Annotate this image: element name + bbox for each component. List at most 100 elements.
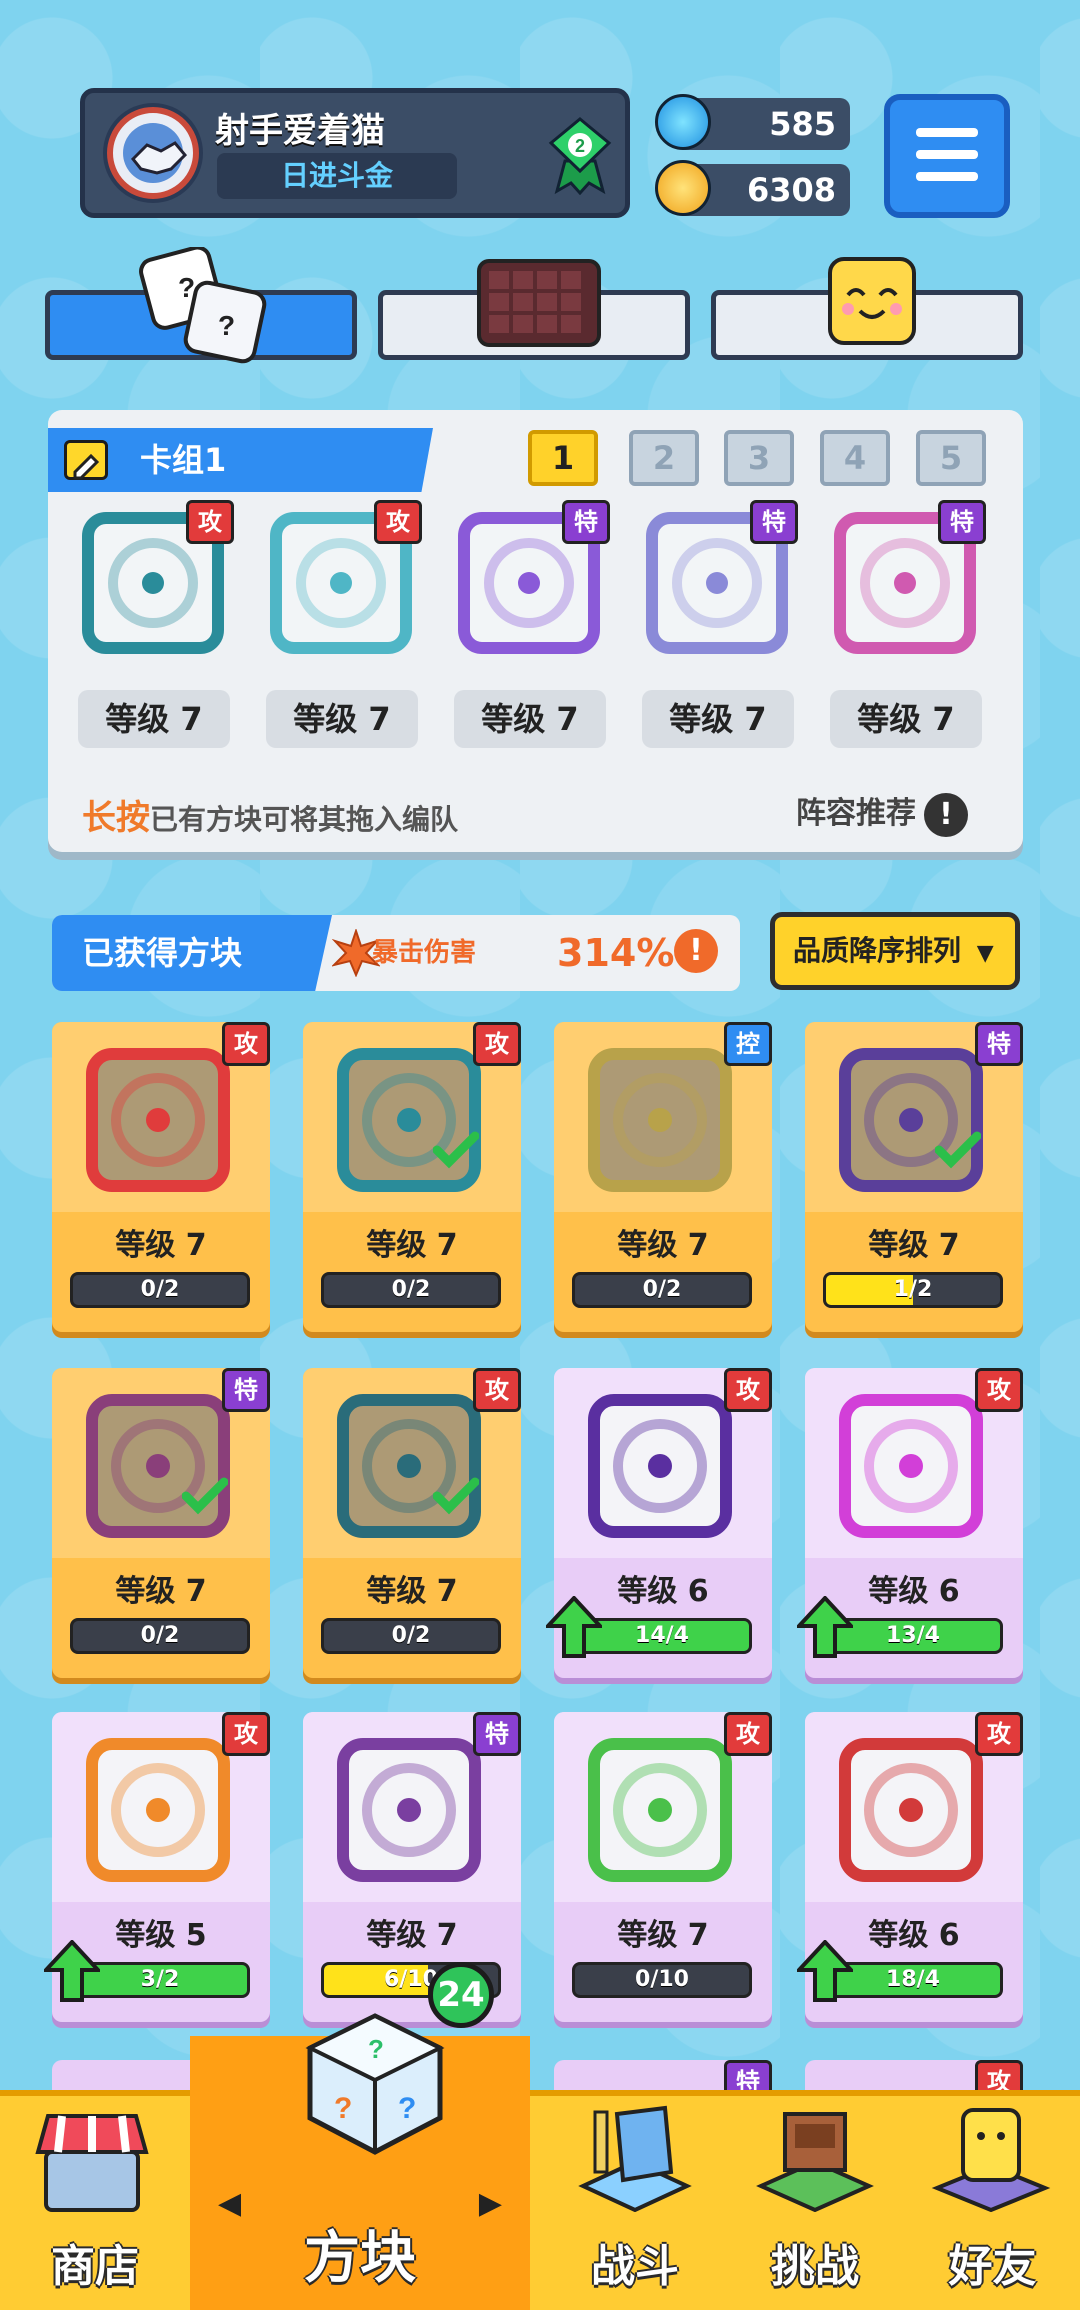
deck-slot-level: 等级 7 [266, 690, 418, 748]
die-face-icon [86, 1394, 230, 1538]
crit-label: 暴击伤害 [372, 938, 477, 968]
svg-text:?: ? [398, 2092, 416, 2125]
rank-title: 日进斗金 [217, 153, 457, 199]
card-progress-bar: 0/2 [572, 1272, 752, 1308]
upgrade-arrow-icon[interactable] [797, 1940, 853, 2004]
card-progress-text: 0/2 [642, 1277, 682, 1302]
tab-dice[interactable]: ? ? [45, 247, 357, 364]
type-badge: 特 [222, 1368, 270, 1412]
nav-blocks[interactable]: ? ? ? ◀ ▶ 方块 [190, 2013, 530, 2310]
sort-label: 品质降序排列 [793, 934, 962, 967]
type-badge: 攻 [975, 1368, 1023, 1412]
edit-pencil-icon[interactable] [64, 440, 108, 480]
gem-counter[interactable]: 585 [655, 94, 850, 150]
friends-character-icon [931, 2108, 1051, 2212]
dice-card[interactable]: 攻等级 7 0/2 [303, 1022, 521, 1332]
challenge-sign-icon [756, 2112, 874, 2212]
type-badge: 攻 [975, 1712, 1023, 1756]
coin-counter[interactable]: 6308 [655, 160, 850, 216]
deck-slot-level: 等级 7 [454, 690, 606, 748]
tab-board[interactable] [378, 259, 690, 360]
nav-battle[interactable]: 战斗 [545, 2096, 725, 2310]
upgrade-arrow-icon[interactable] [797, 1596, 853, 1660]
deck-slot-5[interactable]: 特 [826, 500, 986, 660]
type-badge: 攻 [473, 1368, 521, 1412]
profile-card[interactable]: 射手爱着猫 日进斗金 2 [80, 88, 630, 218]
die-face-icon [839, 1738, 983, 1882]
svg-text:?: ? [334, 2092, 352, 2125]
sort-dropdown[interactable]: 品质降序排列 ▼ [770, 912, 1020, 990]
lineup-recommend-button[interactable]: 阵容推荐! [796, 788, 968, 837]
rank-medal-icon[interactable]: 2 [545, 115, 615, 199]
die-face-icon [588, 1738, 732, 1882]
deck-slot-2[interactable]: 攻 [262, 500, 422, 660]
nav-friends-label: 好友 [948, 2241, 1037, 2292]
die-face-icon [337, 1394, 481, 1538]
smiley-block-icon [828, 257, 916, 345]
gem-icon [655, 94, 711, 150]
die-face-icon [337, 1738, 481, 1882]
deck-slot-1[interactable]: 攻 [74, 500, 234, 660]
type-badge: 特 [938, 500, 986, 544]
deck-number-5[interactable]: 5 [916, 430, 986, 486]
type-badge: 控 [724, 1022, 772, 1066]
coin-icon [655, 160, 711, 216]
coin-amount: 6308 [746, 171, 836, 209]
hint-text: 已有方块可将其拖入编队 [150, 803, 459, 836]
deck-number-3[interactable]: 3 [724, 430, 794, 486]
dice-card[interactable]: 控等级 7 0/2 [554, 1022, 772, 1332]
deck-number-2[interactable]: 2 [629, 430, 699, 486]
svg-text:?: ? [218, 310, 235, 341]
tab-emoji[interactable] [711, 257, 1023, 360]
dice-card[interactable]: 攻等级 6 14/4 [546, 1368, 772, 1678]
deck-slot-3[interactable]: 特 [450, 500, 610, 660]
crit-info-icon[interactable]: ! [674, 929, 718, 973]
dice-card[interactable]: 攻等级 7 0/10 [554, 1712, 772, 2022]
die-face-icon [839, 1394, 983, 1538]
nav-battle-label: 战斗 [591, 2241, 679, 2292]
deck-title: 卡组1 [140, 441, 227, 479]
dice-card[interactable]: 特等级 7 0/2 [52, 1368, 270, 1678]
card-level: 等级 7 [115, 1574, 207, 1609]
deck-slot-level: 等级 7 [78, 690, 230, 748]
dice-card[interactable]: 攻等级 6 18/4 [797, 1712, 1023, 2022]
die-face-icon [86, 1738, 230, 1882]
deck-number-4[interactable]: 4 [820, 430, 890, 486]
card-progress-bar: 1/2 [823, 1272, 1003, 1308]
card-level: 等级 7 [366, 1574, 458, 1609]
die-face-icon [86, 1048, 230, 1192]
obtained-label: 已获得方块 [52, 915, 332, 991]
dice-card[interactable]: 攻等级 7 0/2 [303, 1368, 521, 1678]
nav-shop[interactable]: 商店 [0, 2096, 190, 2310]
avatar[interactable] [107, 107, 199, 199]
nav-friends[interactable]: 好友 [905, 2096, 1080, 2310]
die-face-icon [839, 1048, 983, 1192]
menu-icon [916, 128, 978, 137]
deck-number-1[interactable]: 1 [528, 430, 598, 486]
upgrade-arrow-icon[interactable] [44, 1940, 100, 2004]
nav-challenge[interactable]: 挑战 [725, 2096, 905, 2310]
info-icon[interactable]: ! [924, 792, 968, 837]
type-badge: 特 [750, 500, 798, 544]
chevron-down-icon: ▼ [976, 941, 994, 966]
dice-card[interactable]: 特等级 7 1/2 [805, 1022, 1023, 1332]
svg-text:?: ? [368, 2034, 384, 2064]
card-progress-bar: 0/2 [70, 1618, 250, 1654]
card-level: 等级 7 [868, 1228, 960, 1263]
card-progress-text: 0/2 [140, 1277, 180, 1302]
dice-card[interactable]: 攻等级 6 13/4 [797, 1368, 1023, 1678]
checkmark-icon [433, 1131, 479, 1169]
card-progress-bar: 0/2 [70, 1272, 250, 1308]
hint-highlight: 长按 [82, 798, 150, 838]
dice-card[interactable]: 攻等级 7 0/2 [52, 1022, 270, 1332]
deck-panel: 卡组1 1 2 3 4 5 攻等级 7 攻等级 7 特等级 7 特等级 7 特等级 7 … [48, 410, 1023, 852]
bottom-nav: 商店 ? ? ? ◀ ▶ 方块 战斗 挑战 好友 [0, 2013, 1080, 2310]
upgrade-arrow-icon[interactable] [546, 1596, 602, 1660]
dice-card[interactable]: 攻等级 5 3/2 [44, 1712, 270, 2022]
menu-button[interactable] [884, 94, 1010, 218]
nav-shop-label: 商店 [51, 2241, 139, 2292]
gem-amount: 585 [769, 105, 836, 143]
deck-title-bar[interactable]: 卡组1 [48, 428, 433, 492]
deck-slot-4[interactable]: 特 [638, 500, 798, 660]
recommend-label: 阵容推荐 [796, 796, 916, 831]
